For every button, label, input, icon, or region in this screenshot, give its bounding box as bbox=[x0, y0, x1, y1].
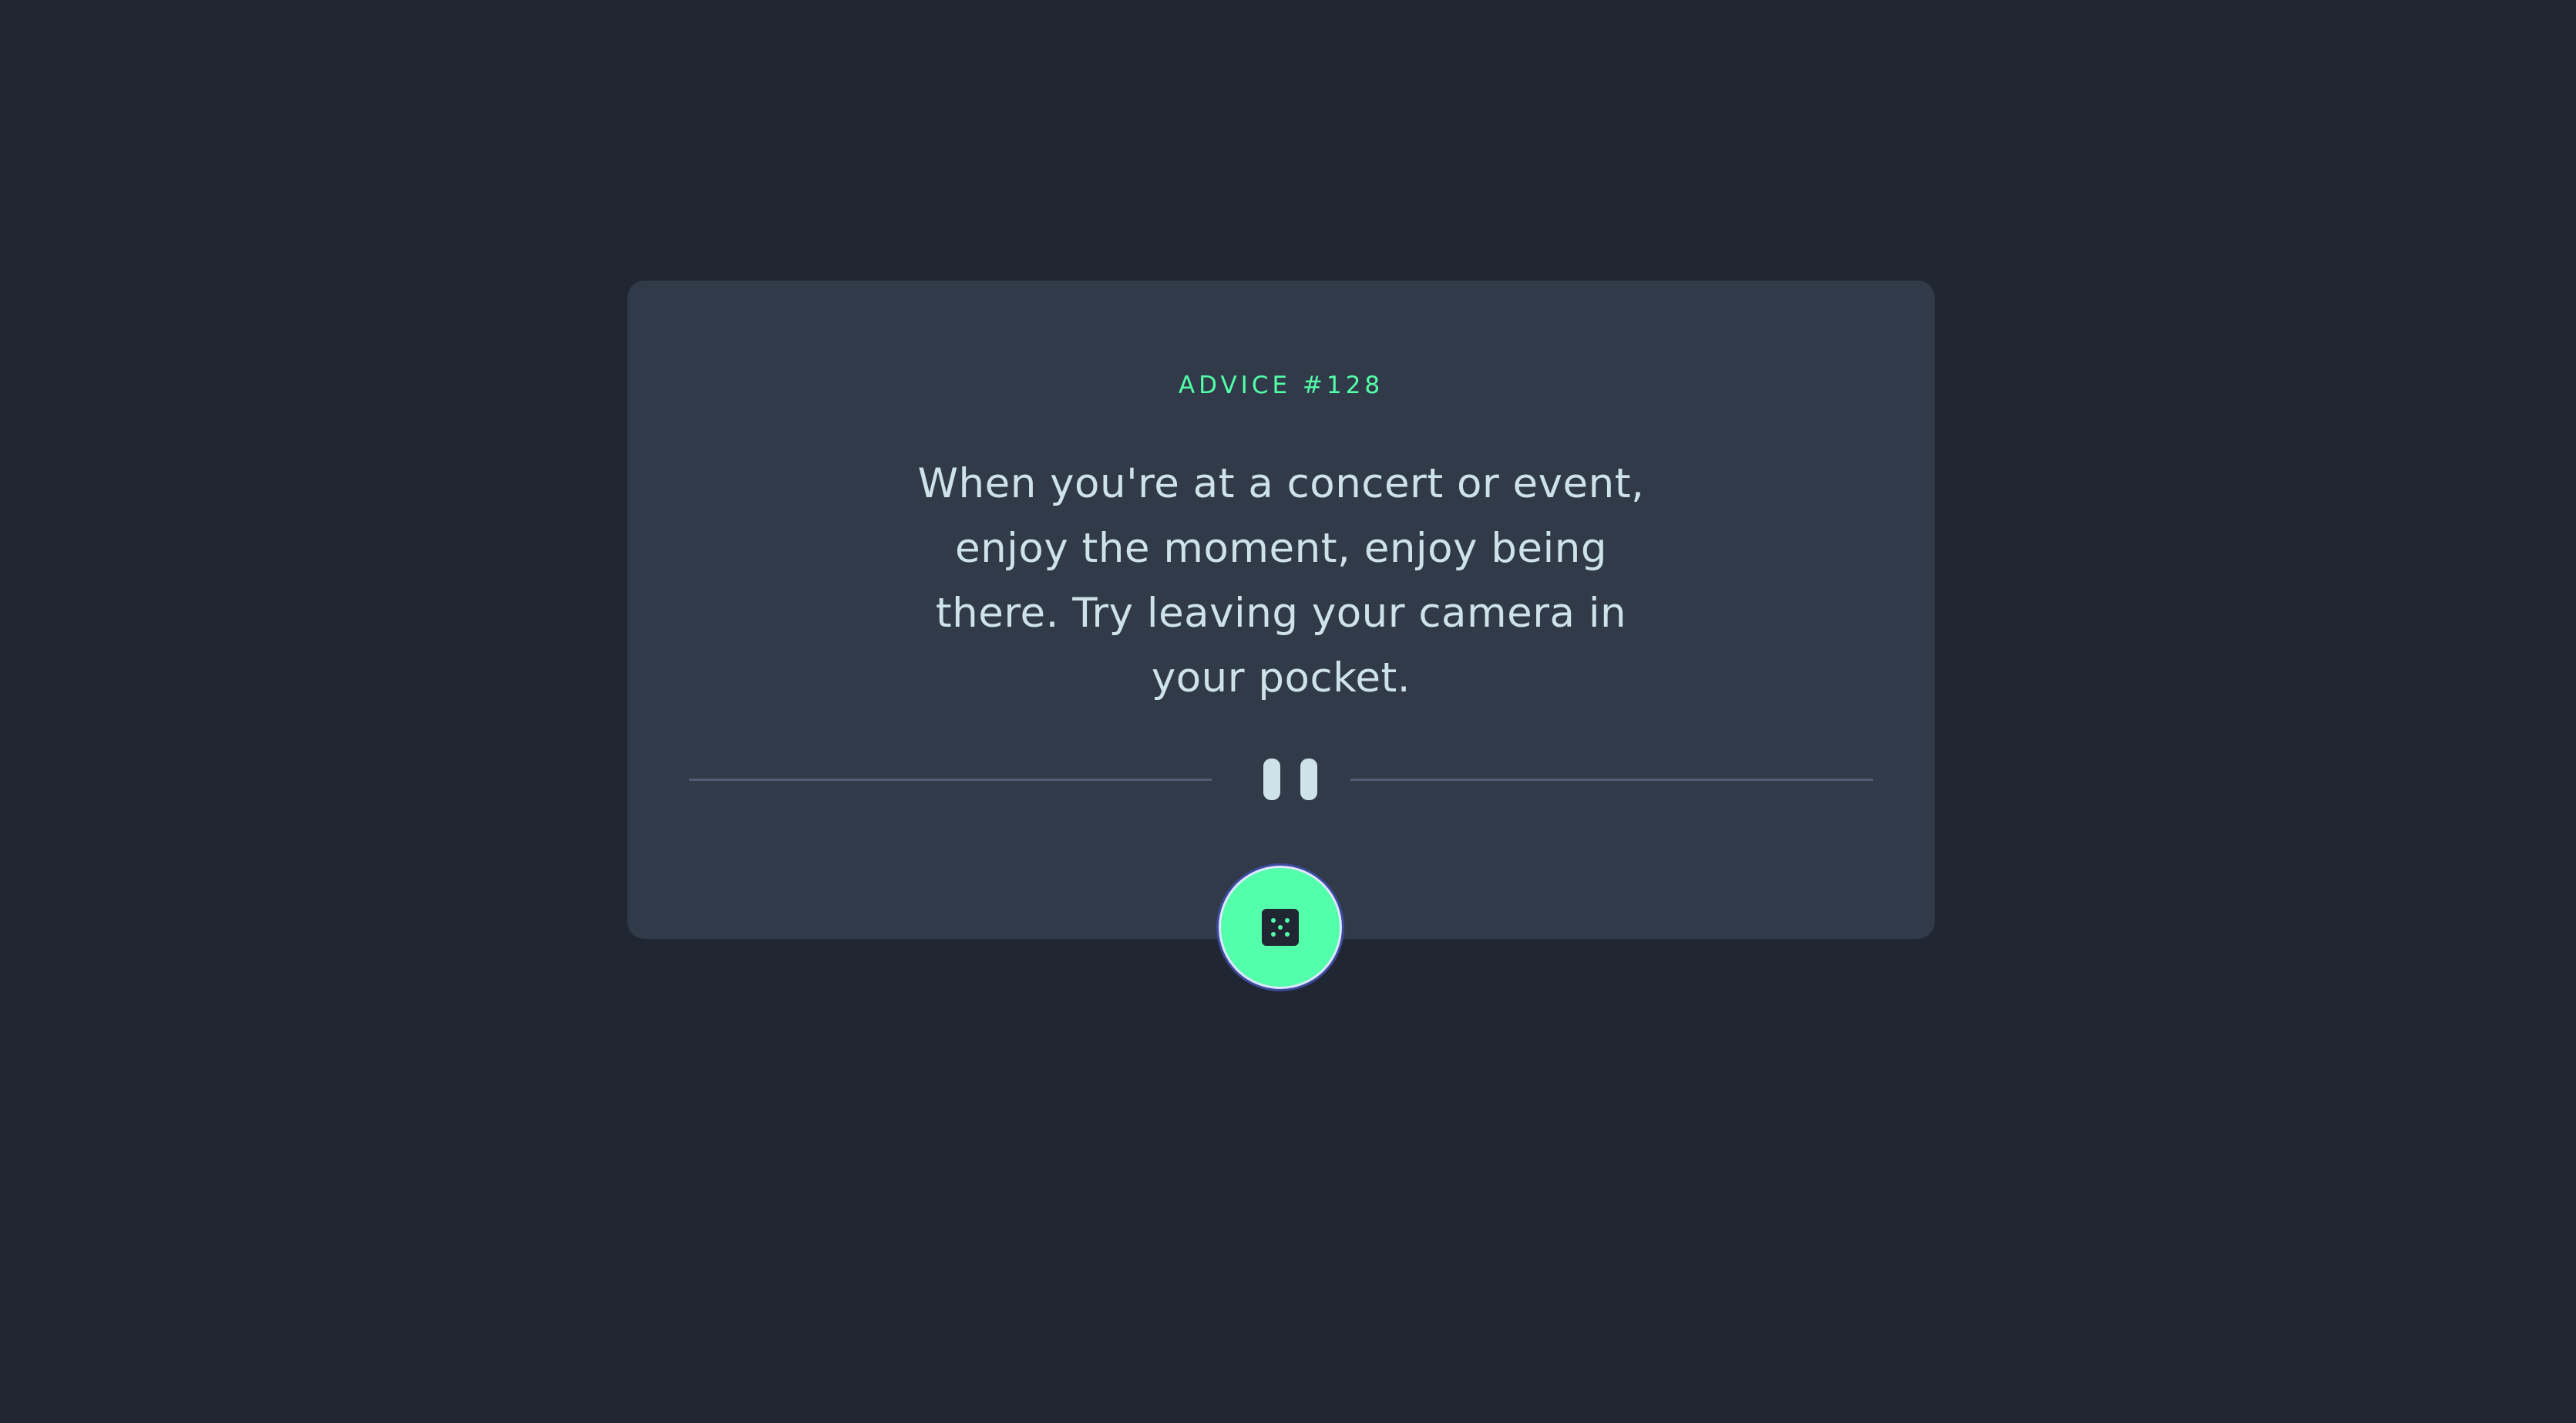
advice-card: ADVICE #128 When you're at a concert or … bbox=[627, 281, 1935, 939]
page: { "advice": { "label": "ADVICE #128", "t… bbox=[0, 0, 2576, 1423]
divider-line-right bbox=[1350, 779, 1873, 781]
advice-quote: When you're at a concert or event, enjoy… bbox=[917, 460, 1645, 701]
advice-number: ADVICE #128 bbox=[1178, 372, 1384, 399]
dice-icon bbox=[1262, 909, 1299, 946]
divider-line-left bbox=[689, 779, 1212, 781]
pause-icon bbox=[1263, 756, 1317, 802]
pattern-divider bbox=[689, 756, 1873, 802]
pause-bar-right bbox=[1300, 759, 1317, 800]
new-advice-button[interactable] bbox=[1216, 863, 1344, 991]
pause-bar-left bbox=[1263, 759, 1280, 800]
